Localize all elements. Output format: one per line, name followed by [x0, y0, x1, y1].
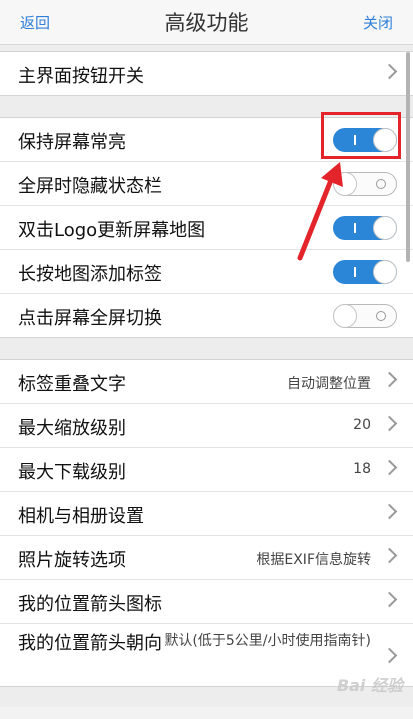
setting-value: 默认(低于5公里/小时使用指南针)	[164, 633, 371, 649]
toggle-label: 保持屏幕常亮	[18, 132, 126, 153]
toggle-label: 长按地图添加标签	[18, 264, 162, 285]
chevron-right-icon	[381, 591, 398, 608]
annotation-arrow-icon	[297, 162, 343, 261]
setting-row-photo-rotation[interactable]: 照片旋转选项 根据EXIF信息旋转	[0, 536, 413, 580]
setting-row-tag-overlap[interactable]: 标签重叠文字 自动调整位置	[0, 360, 413, 404]
switch-knob	[373, 216, 397, 240]
chevron-right-icon	[381, 459, 398, 476]
watermark-logo: Bai 经验	[336, 676, 403, 695]
scrollbar[interactable]	[406, 52, 410, 262]
setting-label: 我的位置箭头朝向	[18, 633, 162, 654]
setting-row-max-download[interactable]: 最大下载级别 18	[0, 448, 413, 492]
chevron-right-icon	[381, 415, 398, 432]
switch-knob	[333, 304, 357, 328]
setting-label: 照片旋转选项	[18, 550, 126, 571]
setting-value: 自动调整位置	[287, 376, 371, 392]
setting-label: 相机与相册设置	[18, 506, 144, 527]
setting-label: 最大缩放级别	[18, 418, 126, 439]
off-mark-icon	[376, 179, 386, 189]
toggle-label: 点击屏幕全屏切换	[18, 308, 162, 329]
chevron-right-icon	[381, 371, 398, 388]
chevron-right-icon	[381, 63, 398, 80]
setting-value: 20	[353, 417, 371, 433]
toggle-row-tap-fullscreen: 点击屏幕全屏切换	[0, 294, 413, 337]
setting-value: 18	[353, 461, 371, 477]
setting-row-camera-album[interactable]: 相机与相册设置	[0, 492, 413, 536]
setting-value: 根据EXIF信息旋转	[256, 552, 371, 568]
chevron-right-icon	[381, 547, 398, 564]
on-mark-icon	[354, 267, 356, 277]
toggle-row-long-press-tag: 长按地图添加标签	[0, 250, 413, 294]
toggle-label: 双击Logo更新屏幕地图	[18, 220, 206, 241]
toggle-row-hide-status-bar: 全屏时隐藏状态栏	[0, 162, 413, 206]
setting-label: 标签重叠文字	[18, 374, 126, 395]
setting-label: 我的位置箭头图标	[18, 594, 162, 615]
setting-label: 最大下载级别	[18, 462, 126, 483]
toggle-label: 全屏时隐藏状态栏	[18, 176, 162, 197]
chevron-right-icon	[381, 647, 398, 664]
tap-fullscreen-switch[interactable]	[333, 304, 397, 328]
bottom-strip	[0, 707, 413, 719]
chevron-right-icon	[381, 503, 398, 520]
page-title: 高级功能	[164, 11, 249, 35]
setting-row-max-zoom[interactable]: 最大缩放级别 20	[0, 404, 413, 448]
top-bar: 返回 高级功能 关闭	[0, 0, 413, 45]
on-mark-icon	[354, 223, 356, 233]
main-buttons-group: 主界面按钮开关	[0, 51, 413, 96]
switch-knob	[373, 260, 397, 284]
settings-group: 标签重叠文字 自动调整位置 最大缩放级别 20 最大下载级别 18 相机与相册设…	[0, 359, 413, 687]
main-buttons-row[interactable]: 主界面按钮开关	[0, 52, 413, 95]
off-mark-icon	[376, 311, 386, 321]
close-button[interactable]: 关闭	[363, 12, 393, 33]
annotation-highlight-box	[321, 112, 401, 159]
toggle-row-double-tap-logo: 双击Logo更新屏幕地图	[0, 206, 413, 250]
main-buttons-label: 主界面按钮开关	[18, 66, 144, 87]
setting-row-location-arrow-icon[interactable]: 我的位置箭头图标	[0, 580, 413, 624]
